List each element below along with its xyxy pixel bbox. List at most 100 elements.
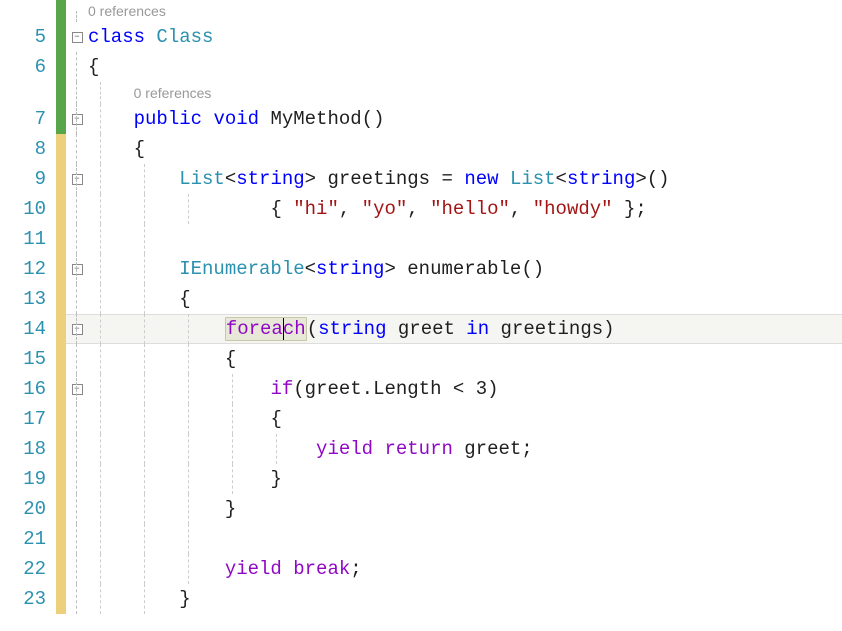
- code-line[interactable]: 17 {: [0, 404, 842, 434]
- change-marker: [56, 194, 66, 224]
- change-marker: [56, 104, 66, 134]
- change-marker: [56, 134, 66, 164]
- string-literal: "hi": [293, 198, 339, 220]
- string-literal: "hello": [430, 198, 510, 220]
- fold-gutter[interactable]: −: [66, 374, 88, 404]
- keyword-string: string: [567, 168, 635, 190]
- operator: <: [442, 378, 476, 400]
- fold-gutter: [66, 584, 88, 614]
- change-marker: [56, 22, 66, 52]
- change-marker: [56, 284, 66, 314]
- code-line[interactable]: 23 }: [0, 584, 842, 614]
- fold-gutter[interactable]: −: [66, 164, 88, 194]
- fold-gutter: [66, 434, 88, 464]
- line-number: 23: [0, 584, 56, 614]
- codelens[interactable]: 0 references: [134, 85, 212, 101]
- change-marker: [56, 164, 66, 194]
- comma: ,: [407, 198, 430, 220]
- change-marker: [56, 554, 66, 584]
- type-name: Class: [156, 26, 213, 48]
- code-line[interactable]: 9 − List<string> greetings = new List<st…: [0, 164, 842, 194]
- property-length: .Length: [362, 378, 442, 400]
- codelens-row: 0 references: [0, 0, 842, 22]
- parens: (): [647, 168, 670, 190]
- change-marker: [56, 254, 66, 284]
- fold-gutter[interactable]: −: [66, 254, 88, 284]
- fold-gutter: [66, 344, 88, 374]
- line-number: 9: [0, 164, 56, 194]
- line-number: 8: [0, 134, 56, 164]
- code-line[interactable]: 11: [0, 224, 842, 254]
- line-number: 21: [0, 524, 56, 554]
- line-number: 15: [0, 344, 56, 374]
- angle: <: [225, 168, 236, 190]
- brace: {: [270, 408, 281, 430]
- change-marker: [56, 224, 66, 254]
- fold-toggle[interactable]: −: [72, 324, 83, 335]
- fold-toggle[interactable]: −: [72, 32, 83, 43]
- fold-gutter: [66, 524, 88, 554]
- code-line[interactable]: 10 { "hi", "yo", "hello", "howdy" };: [0, 194, 842, 224]
- paren: ): [603, 318, 614, 340]
- code-lines[interactable]: 0 references 5 − class Class 6 { 0 refer…: [0, 0, 842, 631]
- line-number: 17: [0, 404, 56, 434]
- code-line[interactable]: 5 − class Class: [0, 22, 842, 52]
- line-number: 22: [0, 554, 56, 584]
- brace: {: [134, 138, 145, 160]
- keyword-public: public: [134, 108, 202, 130]
- type-list: List: [179, 168, 225, 190]
- keyword-yield: yield: [225, 558, 282, 580]
- local-function: enumerable: [407, 258, 521, 280]
- var-greet: greet: [398, 318, 455, 340]
- keyword-string: string: [318, 318, 386, 340]
- keyword-string: string: [236, 168, 304, 190]
- code-line[interactable]: 13 {: [0, 284, 842, 314]
- line-number: 10: [0, 194, 56, 224]
- code-line[interactable]: 6 {: [0, 52, 842, 82]
- fold-toggle[interactable]: −: [72, 114, 83, 125]
- method-name: MyMethod: [270, 108, 361, 130]
- code-line[interactable]: 21: [0, 524, 842, 554]
- fold-toggle[interactable]: −: [72, 264, 83, 275]
- keyword-yield: yield: [316, 438, 373, 460]
- code-line[interactable]: 16 − if(greet.Length < 3): [0, 374, 842, 404]
- line-number: 20: [0, 494, 56, 524]
- change-marker: [56, 524, 66, 554]
- fold-gutter[interactable]: −: [66, 104, 88, 134]
- fold-toggle[interactable]: −: [72, 384, 83, 395]
- line-number: 7: [0, 104, 56, 134]
- code-line[interactable]: 8 {: [0, 134, 842, 164]
- var-greet: greet: [305, 378, 362, 400]
- code-line[interactable]: 19 }: [0, 464, 842, 494]
- paren: (: [307, 318, 318, 340]
- code-line[interactable]: 18 yield return greet;: [0, 434, 842, 464]
- fold-gutter[interactable]: −: [66, 22, 88, 52]
- brace: {: [88, 56, 99, 78]
- comma: ,: [510, 198, 533, 220]
- angle: >: [305, 168, 316, 190]
- angle: >: [635, 168, 646, 190]
- code-editor[interactable]: 0 references 5 − class Class 6 { 0 refer…: [0, 0, 842, 631]
- change-marker: [56, 0, 66, 22]
- line-number: 12: [0, 254, 56, 284]
- code-line[interactable]: 7 − public void MyMethod(): [0, 104, 842, 134]
- codelens[interactable]: 0 references: [88, 0, 842, 22]
- code-line-current[interactable]: 14 − foreach(string greet in greetings): [0, 314, 842, 344]
- semicolon: ;: [521, 438, 532, 460]
- line-number-gutter: [0, 0, 56, 22]
- code-line[interactable]: 15 {: [0, 344, 842, 374]
- codelens-row: 0 references: [0, 82, 842, 104]
- keyword-break: break: [282, 558, 350, 580]
- fold-gutter[interactable]: −: [66, 314, 88, 344]
- fold-toggle[interactable]: −: [72, 174, 83, 185]
- code-line[interactable]: 22 yield break;: [0, 554, 842, 584]
- code-line[interactable]: 20 }: [0, 494, 842, 524]
- fold-gutter: [66, 134, 88, 164]
- code-line[interactable]: 12 − IEnumerable<string> enumerable(): [0, 254, 842, 284]
- paren: ): [487, 378, 498, 400]
- var-greetings: greetings: [327, 168, 430, 190]
- change-marker: [56, 52, 66, 82]
- number-literal: 3: [476, 378, 487, 400]
- angle: <: [305, 258, 316, 280]
- fold-gutter: [66, 494, 88, 524]
